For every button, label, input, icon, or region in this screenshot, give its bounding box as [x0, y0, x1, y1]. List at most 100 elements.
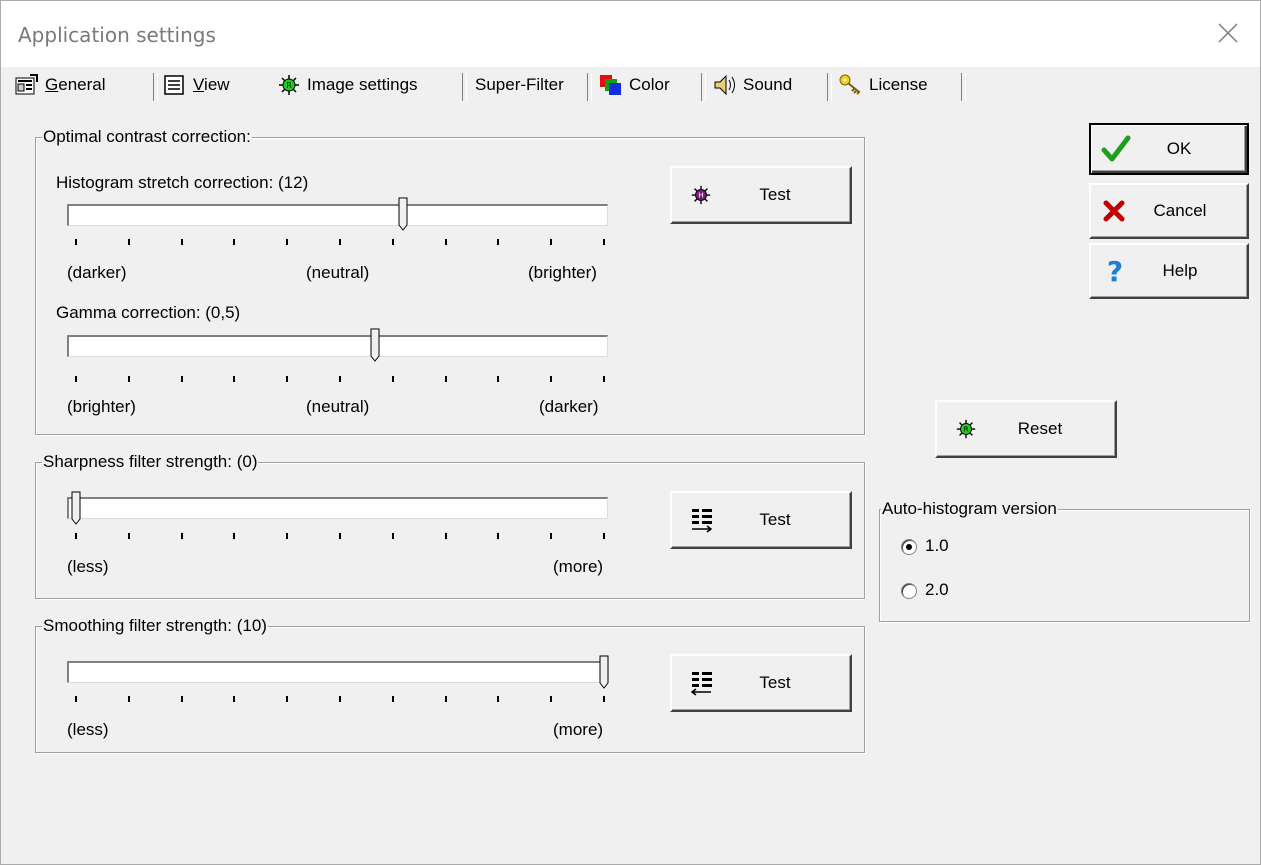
keys-icon	[839, 74, 861, 95]
slider-tick	[75, 533, 77, 539]
slider-tick	[445, 376, 447, 382]
tab-divider	[587, 73, 592, 101]
gamma-slider-thumb[interactable]	[370, 328, 380, 362]
sharpness-test-button[interactable]: Test	[670, 491, 852, 549]
tab-divider	[462, 73, 467, 101]
slider-tick	[286, 533, 288, 539]
slider-tick	[233, 533, 235, 539]
sharpness-right-label: (more)	[553, 557, 604, 576]
slider-tick	[603, 376, 605, 382]
slider-tick	[497, 239, 499, 245]
group-title: Smoothing filter strength: (10)	[42, 616, 268, 636]
tab-image-settings[interactable]: R Image settings	[277, 69, 418, 101]
svg-text:R: R	[286, 81, 292, 90]
close-icon[interactable]	[1212, 17, 1244, 49]
properties-icon	[15, 74, 38, 95]
settings-window: Application settings General View R Imag…	[0, 0, 1261, 865]
slider-tick	[75, 239, 77, 245]
histogram-left-label: (darker)	[67, 263, 127, 282]
histogram-ticks	[75, 239, 605, 251]
speaker-icon	[714, 74, 735, 96]
window-title: Application settings	[18, 23, 216, 47]
gamma-right-label: (darker)	[539, 397, 599, 416]
tab-divider	[827, 73, 832, 101]
slider-tick	[392, 376, 394, 382]
tab-sound[interactable]: Sound	[713, 69, 792, 101]
gamma-slider-track[interactable]	[67, 335, 608, 357]
title-bar: Application settings	[1, 1, 1260, 67]
color-squares-icon	[600, 75, 621, 95]
slider-tick	[181, 239, 183, 245]
cancel-button[interactable]: Cancel	[1089, 183, 1249, 239]
sharpness-slider-track[interactable]	[67, 497, 608, 519]
slider-tick	[128, 376, 130, 382]
help-button[interactable]: ? Help	[1089, 243, 1249, 299]
group-title: Optimal contrast correction:	[42, 127, 252, 147]
slider-tick	[75, 376, 77, 382]
slider-tick	[550, 376, 552, 382]
slider-tick	[233, 239, 235, 245]
smoothing-slider-thumb[interactable]	[599, 655, 609, 689]
slider-tick	[445, 239, 447, 245]
slider-tick	[497, 533, 499, 539]
radio-version-1[interactable]	[901, 539, 917, 555]
slider-tick	[233, 696, 235, 702]
smoothing-right-label: (more)	[553, 720, 604, 739]
radio-label-version-2: 2.0	[925, 580, 949, 599]
tab-view[interactable]: View	[163, 69, 230, 101]
group-title: Sharpness filter strength: (0)	[42, 452, 259, 472]
slider-tick	[128, 239, 130, 245]
slider-tick	[128, 696, 130, 702]
radio-version-2[interactable]	[901, 583, 917, 599]
slider-tick	[392, 533, 394, 539]
slider-tick	[75, 696, 77, 702]
slider-tick	[550, 533, 552, 539]
tab-license[interactable]: License	[839, 69, 928, 101]
gamma-center-label: (neutral)	[306, 397, 370, 416]
slider-tick	[181, 696, 183, 702]
slider-tick	[497, 696, 499, 702]
slider-tick	[603, 533, 605, 539]
reset-button[interactable]: R Reset	[935, 400, 1117, 458]
slider-tick	[445, 533, 447, 539]
gamma-label: Gamma correction: (0,5)	[56, 303, 241, 322]
slider-tick	[181, 533, 183, 539]
slider-tick	[233, 376, 235, 382]
slider-tick	[603, 696, 605, 702]
gamma-ticks	[75, 376, 605, 388]
slider-tick	[445, 696, 447, 702]
slider-tick	[550, 696, 552, 702]
histogram-label: Histogram stretch correction: (12)	[56, 173, 309, 192]
smoothing-slider-track[interactable]	[67, 661, 608, 683]
slider-tick	[286, 376, 288, 382]
histogram-slider-track[interactable]	[67, 204, 608, 226]
histogram-slider-thumb[interactable]	[398, 197, 408, 231]
smoothing-test-button[interactable]: Test	[670, 654, 852, 712]
radio-label-version-1: 1.0	[925, 536, 949, 555]
sharpness-left-label: (less)	[67, 557, 109, 576]
slider-tick	[286, 696, 288, 702]
group-title: Auto-histogram version	[881, 499, 1058, 519]
ok-button[interactable]: OK	[1089, 123, 1249, 175]
slider-tick	[392, 239, 394, 245]
slider-tick	[339, 696, 341, 702]
virus-green-icon: R	[279, 75, 299, 95]
auto-histogram-group: Auto-histogram version	[879, 499, 1250, 622]
histogram-center-label: (neutral)	[306, 263, 370, 282]
smoothing-left-label: (less)	[67, 720, 109, 739]
slider-tick	[392, 696, 394, 702]
smoothing-ticks	[75, 696, 605, 708]
tab-divider	[153, 73, 158, 101]
slider-tick	[550, 239, 552, 245]
sharpness-slider-thumb[interactable]	[71, 491, 81, 525]
tab-general[interactable]: General	[15, 69, 106, 101]
contrast-test-button[interactable]: H Test	[670, 166, 852, 224]
slider-tick	[339, 376, 341, 382]
tab-super-filter[interactable]: Super-Filter	[475, 69, 564, 101]
sharpness-ticks	[75, 533, 605, 545]
slider-tick	[128, 533, 130, 539]
tab-divider	[701, 73, 706, 101]
tab-color[interactable]: Color	[599, 69, 670, 101]
slider-tick	[286, 239, 288, 245]
slider-tick	[339, 533, 341, 539]
